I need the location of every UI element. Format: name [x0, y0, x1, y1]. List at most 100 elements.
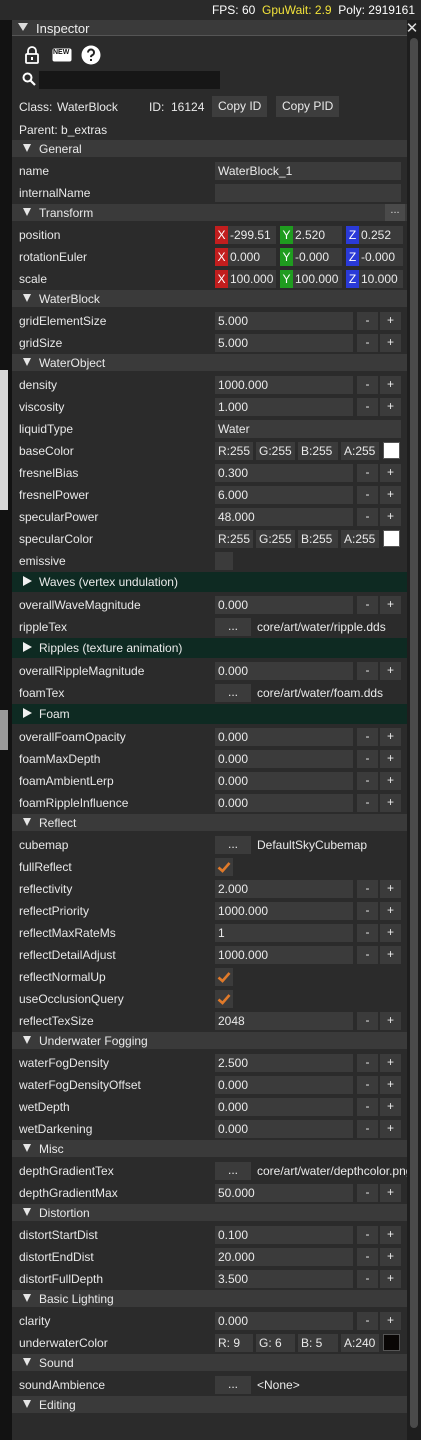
color-g-field[interactable]: G:255: [256, 530, 295, 548]
number-field[interactable]: 5.000: [215, 334, 353, 352]
inspector-titlebar[interactable]: Inspector: [12, 20, 407, 36]
decrement-button[interactable]: -: [357, 902, 378, 920]
color-swatch[interactable]: [383, 530, 400, 547]
number-field[interactable]: 2.000: [215, 880, 353, 898]
increment-button[interactable]: +: [380, 334, 401, 352]
number-field[interactable]: 0.300: [215, 464, 353, 482]
number-field[interactable]: 1000.000: [215, 376, 353, 394]
number-field[interactable]: 20.000: [215, 1248, 353, 1266]
decrement-button[interactable]: -: [357, 1012, 378, 1030]
increment-button[interactable]: +: [380, 794, 401, 812]
vector-x-field[interactable]: X -299.51: [215, 226, 276, 244]
browse-button[interactable]: ...: [215, 836, 251, 854]
increment-button[interactable]: +: [380, 662, 401, 680]
increment-button[interactable]: +: [380, 902, 401, 920]
text-field[interactable]: [215, 184, 401, 202]
collapse-triangle-icon[interactable]: [18, 23, 28, 31]
color-r-field[interactable]: R: 9: [215, 1334, 253, 1352]
increment-button[interactable]: +: [380, 1184, 401, 1202]
number-field[interactable]: 0.000: [215, 596, 353, 614]
vector-y-field[interactable]: Y 100.000: [280, 270, 342, 288]
close-button[interactable]: ✕: [403, 20, 421, 37]
copy-id-button[interactable]: Copy ID: [212, 96, 268, 117]
increment-button[interactable]: +: [380, 1270, 401, 1288]
color-g-field[interactable]: G: 6: [256, 1334, 295, 1352]
browse-button[interactable]: ...: [215, 1376, 251, 1394]
decrement-button[interactable]: -: [357, 1098, 378, 1116]
decrement-button[interactable]: -: [357, 880, 378, 898]
checkbox[interactable]: [215, 990, 233, 1008]
decrement-button[interactable]: -: [357, 334, 378, 352]
section-header-reflect[interactable]: Reflect: [12, 814, 407, 831]
increment-button[interactable]: +: [380, 946, 401, 964]
copy-pid-button[interactable]: Copy PID: [276, 96, 340, 117]
increment-button[interactable]: +: [380, 728, 401, 746]
color-r-field[interactable]: R:255: [215, 442, 253, 460]
decrement-button[interactable]: -: [357, 596, 378, 614]
increment-button[interactable]: +: [380, 1312, 401, 1330]
number-field[interactable]: 0.000: [215, 1120, 353, 1138]
decrement-button[interactable]: -: [357, 794, 378, 812]
number-field[interactable]: 1: [215, 924, 353, 942]
decrement-button[interactable]: -: [357, 924, 378, 942]
section-header-distortion[interactable]: Distortion: [12, 1204, 407, 1221]
checkbox[interactable]: [215, 968, 233, 986]
increment-button[interactable]: +: [380, 924, 401, 942]
number-field[interactable]: 0.000: [215, 772, 353, 790]
decrement-button[interactable]: -: [357, 486, 378, 504]
decrement-button[interactable]: -: [357, 946, 378, 964]
color-r-field[interactable]: R:255: [215, 530, 253, 548]
vector-x-field[interactable]: X 0.000: [215, 248, 276, 266]
new-button[interactable]: NEW: [49, 42, 75, 68]
increment-button[interactable]: +: [380, 1120, 401, 1138]
decrement-button[interactable]: -: [357, 728, 378, 746]
decrement-button[interactable]: -: [357, 1248, 378, 1266]
decrement-button[interactable]: -: [357, 398, 378, 416]
number-field[interactable]: 48.000: [215, 508, 353, 526]
number-field[interactable]: 0.000: [215, 1076, 353, 1094]
number-field[interactable]: 5.000: [215, 312, 353, 330]
text-field[interactable]: WaterBlock_1: [215, 162, 401, 180]
increment-button[interactable]: +: [380, 880, 401, 898]
decrement-button[interactable]: -: [357, 1076, 378, 1094]
section-header-general[interactable]: General: [12, 140, 407, 157]
color-b-field[interactable]: B: 5: [298, 1334, 338, 1352]
vector-z-field[interactable]: Z 0.252: [346, 226, 403, 244]
number-field[interactable]: 1.000: [215, 398, 353, 416]
decrement-button[interactable]: -: [357, 750, 378, 768]
increment-button[interactable]: +: [380, 398, 401, 416]
decrement-button[interactable]: -: [357, 1270, 378, 1288]
decrement-button[interactable]: -: [357, 1226, 378, 1244]
color-swatch[interactable]: [383, 1334, 400, 1351]
section-header-foam[interactable]: Foam: [12, 704, 407, 724]
number-field[interactable]: 2.500: [215, 1054, 353, 1072]
number-field[interactable]: 1000.000: [215, 902, 353, 920]
decrement-button[interactable]: -: [357, 508, 378, 526]
vector-z-field[interactable]: Z 10.000: [346, 270, 403, 288]
vector-y-field[interactable]: Y -0.000: [280, 248, 342, 266]
decrement-button[interactable]: -: [357, 464, 378, 482]
section-header-editing[interactable]: Editing: [12, 1396, 407, 1413]
search-input[interactable]: [39, 71, 220, 89]
color-a-field[interactable]: A:255: [341, 442, 379, 460]
section-header-waves-vertex-undulation[interactable]: Waves (vertex undulation): [12, 572, 407, 592]
increment-button[interactable]: +: [380, 464, 401, 482]
increment-button[interactable]: +: [380, 1248, 401, 1266]
text-field[interactable]: Water: [215, 420, 401, 438]
number-field[interactable]: 2048: [215, 1012, 353, 1030]
number-field[interactable]: 0.000: [215, 750, 353, 768]
number-field[interactable]: 0.000: [215, 728, 353, 746]
number-field[interactable]: 1000.000: [215, 946, 353, 964]
increment-button[interactable]: +: [380, 312, 401, 330]
decrement-button[interactable]: -: [357, 312, 378, 330]
decrement-button[interactable]: -: [357, 1184, 378, 1202]
increment-button[interactable]: +: [380, 1098, 401, 1116]
increment-button[interactable]: +: [380, 1012, 401, 1030]
help-button[interactable]: [78, 42, 104, 68]
section-header-water-block[interactable]: WaterBlock: [12, 290, 407, 307]
section-header-misc[interactable]: Misc: [12, 1140, 407, 1157]
color-a-field[interactable]: A:255: [341, 530, 379, 548]
number-field[interactable]: 0.000: [215, 794, 353, 812]
increment-button[interactable]: +: [380, 750, 401, 768]
increment-button[interactable]: +: [380, 596, 401, 614]
